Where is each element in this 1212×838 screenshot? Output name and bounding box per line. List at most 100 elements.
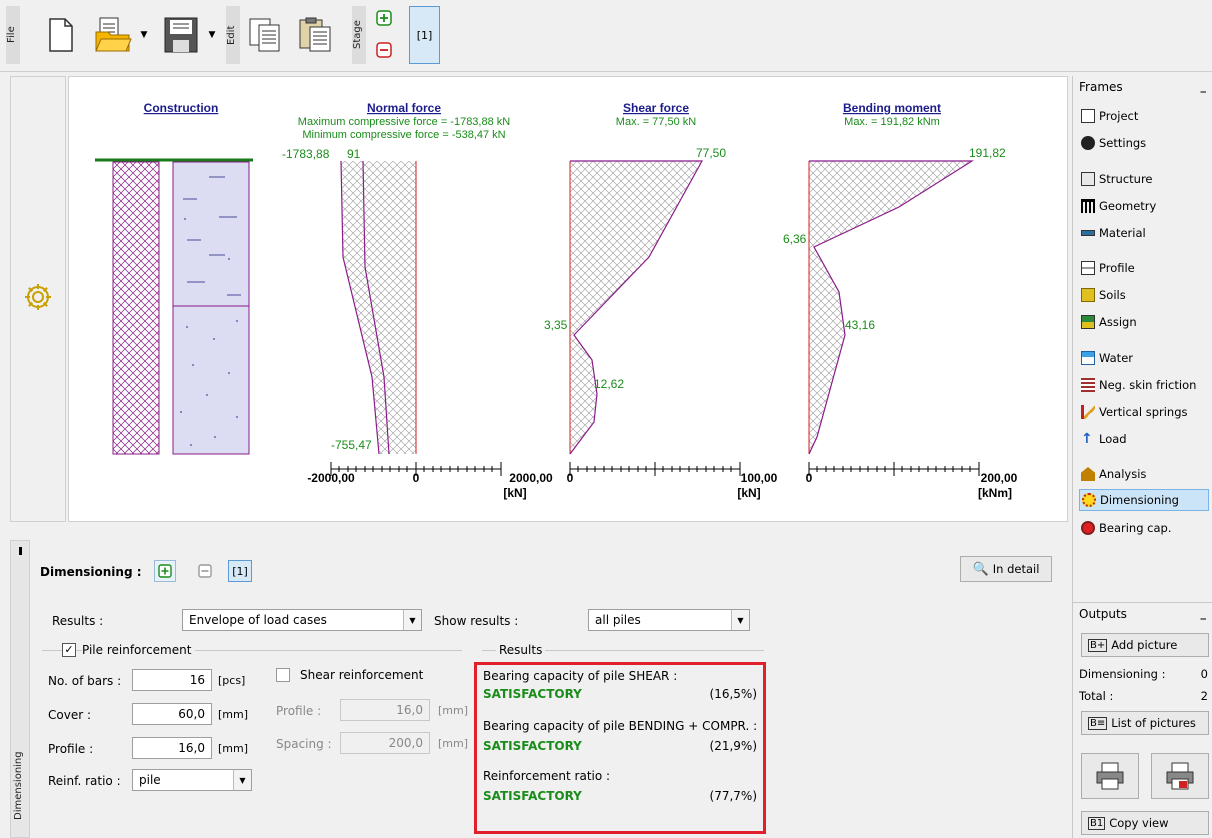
new-file-icon <box>49 18 73 52</box>
frame-item-soils[interactable]: Soils <box>1079 284 1209 306</box>
frame-item-water[interactable]: Water <box>1079 347 1209 369</box>
frame-item-project[interactable]: Project <box>1079 105 1209 127</box>
add-picture-button[interactable]: B+ Add picture <box>1081 633 1209 657</box>
soil-layer-1 <box>172 161 250 307</box>
reinf-ratio-select[interactable]: pile ▼ <box>132 769 252 791</box>
structure-icon <box>1081 172 1095 186</box>
bending-moment-title: Bending moment <box>843 101 941 115</box>
save-button[interactable] <box>160 12 202 58</box>
frame-item-label: Neg. skin friction <box>1099 378 1197 392</box>
copy-view-button[interactable]: B1 Copy view <box>1081 811 1209 835</box>
pile-reinforcement-label: Pile reinforcement <box>82 643 196 657</box>
copy-view-icon: B1 <box>1088 816 1106 830</box>
frame-item-dimensioning[interactable]: Dimensioning <box>1079 489 1209 511</box>
shear-spacing-input[interactable]: 200,0 <box>340 732 430 754</box>
profile-label: Profile : <box>48 742 94 756</box>
outputs-header: Outputs <box>1079 607 1127 621</box>
results-highlight-box: Bearing capacity of pile SHEAR : SATISFA… <box>474 662 766 834</box>
show-results-select[interactable]: all piles ▼ <box>588 609 750 631</box>
results-select[interactable]: Envelope of load cases ▼ <box>182 609 422 631</box>
bearing-cap-icon <box>1081 521 1095 535</box>
cover-unit: [mm] <box>218 708 249 721</box>
frames-panel: Frames _ Project Settings Structure Geom… <box>1072 76 1212 602</box>
frame-item-neg-skin-friction[interactable]: Neg. skin friction <box>1079 374 1209 396</box>
outputs-dimensioning-count: 0 <box>1200 667 1208 681</box>
profile-input[interactable]: 16,0 <box>132 737 212 759</box>
frame-item-label: Water <box>1099 351 1133 365</box>
save-dropdown-arrow[interactable]: ▼ <box>206 28 218 42</box>
copy-button[interactable] <box>244 12 286 58</box>
frame-item-label: Vertical springs <box>1099 405 1188 419</box>
print-button[interactable] <box>1081 753 1139 799</box>
paste-button[interactable] <box>294 12 336 58</box>
neg-skin-friction-icon <box>1081 378 1095 392</box>
add-stage-button[interactable] <box>374 8 394 28</box>
moment-top-value: 191,82 <box>969 146 1006 160</box>
dimensioning-panel: Dimensioning : [1] 🔍 In detail Results : … <box>32 540 1068 838</box>
normal-max-text: Maximum compressive force = -1783,88 kN <box>298 116 510 128</box>
stage-menu-tab[interactable]: Stage <box>352 6 366 64</box>
new-file-button[interactable] <box>44 14 78 56</box>
add-picture-label: Add picture <box>1111 638 1178 652</box>
chevron-down-icon: ▼ <box>403 610 421 630</box>
frame-item-label: Soils <box>1099 288 1126 302</box>
in-detail-button[interactable]: 🔍 In detail <box>960 556 1052 582</box>
shear-force-envelope <box>570 161 702 454</box>
remove-stage-button[interactable] <box>374 40 394 60</box>
pile-reinforcement-checkbox[interactable]: ✓ <box>62 643 76 657</box>
print-pdf-button[interactable] <box>1151 753 1209 799</box>
frame-item-material[interactable]: Material <box>1079 222 1209 244</box>
open-dropdown-arrow[interactable]: ▼ <box>138 28 150 42</box>
reinf-ratio-result-percent: (77,7%) <box>709 789 757 803</box>
frame-item-vertical-springs[interactable]: Vertical springs <box>1079 401 1209 423</box>
plus-icon <box>376 10 392 26</box>
normal-force-envelope <box>341 161 416 454</box>
normal-top-label: -1783,88 <box>282 147 330 161</box>
document-icon <box>1081 109 1095 123</box>
edit-menu-tab[interactable]: Edit <box>226 6 240 64</box>
dimensioning-side-tab[interactable]: Dimensioning <box>13 741 27 831</box>
shear-profile-label: Profile : <box>276 704 322 718</box>
frame-item-geometry[interactable]: Geometry <box>1079 195 1209 217</box>
frame-item-profile[interactable]: Profile <box>1079 257 1209 279</box>
frame-item-label: Profile <box>1099 261 1135 275</box>
outputs-dimensioning-label: Dimensioning : <box>1079 667 1166 681</box>
paste-icon <box>299 17 331 52</box>
add-dimensioning-button[interactable] <box>154 560 176 582</box>
frames-minimize-button[interactable]: _ <box>1201 80 1207 93</box>
outputs-panel: Outputs _ B+ Add picture Dimensioning : 0… <box>1072 602 1212 838</box>
reinf-ratio-label: Reinf. ratio : <box>48 774 121 788</box>
frame-item-settings[interactable]: Settings <box>1079 132 1209 154</box>
show-results-select-value: all piles <box>595 613 641 627</box>
frame-item-label: Dimensioning <box>1100 493 1179 507</box>
frame-item-label: Structure <box>1099 172 1153 186</box>
shear-axis-unit: [kN] <box>737 486 760 500</box>
open-file-button[interactable] <box>92 12 134 58</box>
frame-item-load[interactable]: ↑ Load <box>1079 428 1209 450</box>
frame-item-label: Settings <box>1099 136 1147 150</box>
dimensioning-tab-1[interactable]: [1] <box>228 560 252 582</box>
bars-input[interactable]: 16 <box>132 669 212 691</box>
diagram-canvas[interactable]: Construction Normal force Maximum compre… <box>68 76 1068 522</box>
moment-axis-right: 200,00 <box>981 471 1018 485</box>
frame-item-assign[interactable]: Assign <box>1079 311 1209 333</box>
outputs-minimize-button[interactable]: _ <box>1201 607 1207 620</box>
dimensioning-label: Dimensioning : <box>40 565 142 579</box>
copy-icon <box>249 18 280 52</box>
frame-item-analysis[interactable]: Analysis <box>1079 463 1209 485</box>
reinf-ratio-result-label: Reinforcement ratio : <box>483 769 611 783</box>
frame-item-structure[interactable]: Structure <box>1079 168 1209 190</box>
cover-input[interactable]: 60,0 <box>132 703 212 725</box>
gear-icon[interactable] <box>23 282 53 315</box>
cover-label: Cover : <box>48 708 91 722</box>
file-menu-tab[interactable]: File <box>6 6 20 64</box>
frame-item-bearing-cap[interactable]: Bearing cap. <box>1079 517 1209 539</box>
shear-reinforcement-checkbox[interactable] <box>276 668 290 682</box>
assign-icon <box>1081 315 1095 329</box>
remove-dimensioning-button[interactable] <box>194 560 216 582</box>
stage-tab-1[interactable]: [1] <box>409 6 440 64</box>
pile-shaft <box>112 161 160 455</box>
shear-profile-input[interactable]: 16,0 <box>340 699 430 721</box>
frame-item-label: Analysis <box>1099 467 1147 481</box>
list-of-pictures-button[interactable]: B≡ List of pictures <box>1081 711 1209 735</box>
